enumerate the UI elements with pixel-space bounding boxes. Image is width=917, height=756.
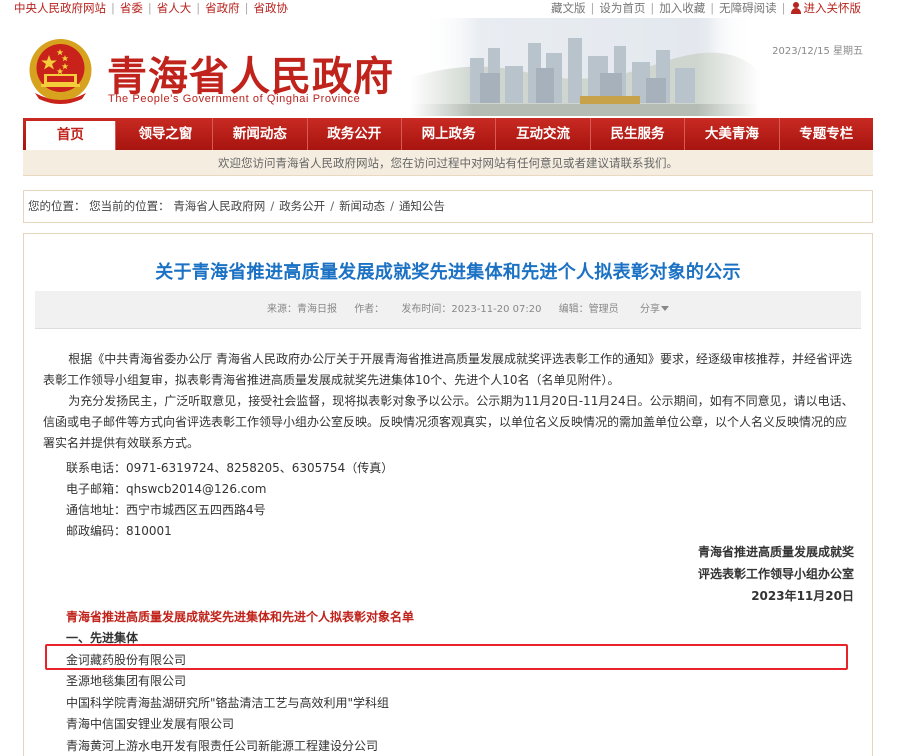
link-set-homepage[interactable]: 设为首页 <box>599 1 645 15</box>
breadcrumb: 您的位置： 您当前的位置： 青海省人民政府网 / 政务公开 / 新闻动态 / 通知公告 <box>23 190 873 223</box>
list-item: 圣源地毯集团有限公司 <box>66 674 187 688</box>
contact-email: 电子邮箱：qhswcb2014@126.com <box>66 482 267 496</box>
meta-author: 作者： <box>354 304 385 315</box>
site-header: 青海省人民政府 The People's Government of Qingh… <box>0 18 917 116</box>
person-icon <box>790 2 801 14</box>
breadcrumb-item-site[interactable]: 青海省人民政府网 <box>173 199 265 213</box>
top-links-left: 中央人民政府网站 | 省委 | 省人大 | 省政府 | 省政协 <box>14 1 289 15</box>
contact-postcode: 邮政编码：810001 <box>66 524 172 538</box>
article-panel: 关于青海省推进高质量发展成就奖先进集体和先进个人拟表彰对象的公示 来源：青海日报… <box>23 233 873 756</box>
city-skyline-banner <box>410 18 760 116</box>
signature-org-line-1: 青海省推进高质量发展成就奖 <box>697 545 854 559</box>
list-item: 中国科学院青海盐湖研究所"铬盐清洁工艺与高效利用"学科组 <box>66 696 390 710</box>
link-cppcc[interactable]: 省政协 <box>254 1 289 15</box>
welcome-message: 欢迎您访问青海省人民政府网站，您在访问过程中对网站有任何意见或者建议请联系我们。 <box>23 150 873 176</box>
nav-government-affairs[interactable]: 政务公开 <box>308 118 402 150</box>
meta-source: 来源：青海日报 <box>267 304 337 315</box>
care-mode-link[interactable]: 进入关怀版 <box>790 1 862 15</box>
nav-news[interactable]: 新闻动态 <box>213 118 308 150</box>
link-central-gov[interactable]: 中央人民政府网站 <box>14 1 106 15</box>
current-date: 2023/12/15 星期五 <box>772 46 863 57</box>
top-links-right: 藏文版 | 设为首页 | 加入收藏 | 无障碍阅读 | 进入关怀版 <box>551 1 862 15</box>
link-provincial-committee[interactable]: 省委 <box>120 1 143 15</box>
breadcrumb-prefix: 您的位置： <box>28 199 86 213</box>
nav-special-topics[interactable]: 专题专栏 <box>780 118 873 150</box>
attachment-list-title: 青海省推进高质量发展成就奖先进集体和先进个人拟表彰对象名单 <box>66 610 415 624</box>
top-utility-bar: 中央人民政府网站 | 省委 | 省人大 | 省政府 | 省政协 藏文版 | 设为首页 | 加入收藏 | 无障… <box>0 0 917 16</box>
contact-address: 通信地址：西宁市城西区五四西路4号 <box>66 503 266 517</box>
breadcrumb-current-label: 您当前的位置： <box>89 199 170 213</box>
breadcrumb-item-notices[interactable]: 通知公告 <box>399 199 445 213</box>
nav-home[interactable]: 首页 <box>26 121 116 150</box>
main-navigation: 首页 领导之窗 新闻动态 政务公开 网上政务 互动交流 民生服务 大美青海 专题… <box>23 118 873 150</box>
national-emblem-icon[interactable] <box>27 37 94 107</box>
nav-beautiful-qinghai[interactable]: 大美青海 <box>685 118 780 150</box>
contact-phone: 联系电话：0971-6319724、8258205、6305754（传真） <box>66 461 394 475</box>
nav-interaction[interactable]: 互动交流 <box>496 118 591 150</box>
meta-published: 发布时间：2023-11-20 07:20 <box>401 304 542 315</box>
link-tibetan-version[interactable]: 藏文版 <box>551 1 586 15</box>
breadcrumb-item-gov-affairs[interactable]: 政务公开 <box>279 199 325 213</box>
article-paragraph-1: 根据《中共青海省委办公厅 青海省人民政府办公厅关于开展青海省推进高质量发展成就奖… <box>43 352 853 387</box>
highlight-annotation-box <box>45 644 848 670</box>
article-meta-bar: 来源：青海日报 作者： 发布时间：2023-11-20 07:20 编辑：管理员… <box>35 291 861 329</box>
breadcrumb-item-news[interactable]: 新闻动态 <box>339 199 385 213</box>
care-mode-label: 进入关怀版 <box>803 1 862 15</box>
nav-online-services[interactable]: 网上政务 <box>402 118 497 150</box>
site-subtitle: The People's Government of Qinghai Provi… <box>108 93 361 105</box>
chevron-down-icon <box>661 306 669 311</box>
nav-leadership[interactable]: 领导之窗 <box>119 118 214 150</box>
list-item: 青海中信国安锂业发展有限公司 <box>66 717 235 731</box>
meta-editor: 编辑：管理员 <box>558 304 619 315</box>
article-title: 关于青海省推进高质量发展成就奖先进集体和先进个人拟表彰对象的公示 <box>155 262 741 283</box>
signature-org-line-2: 评选表彰工作领导小组办公室 <box>697 567 854 581</box>
link-provincial-congress[interactable]: 省人大 <box>157 1 192 15</box>
share-label: 分享 <box>640 304 660 315</box>
article-paragraph-2: 为充分发扬民主，广泛听取意见，接受社会监督，现将拟表彰对象予以公示。公示期为11… <box>43 394 854 450</box>
signature-date: 2023年11月20日 <box>751 589 854 603</box>
link-provincial-gov[interactable]: 省政府 <box>205 1 240 15</box>
nav-public-services[interactable]: 民生服务 <box>591 118 686 150</box>
link-accessibility[interactable]: 无障碍阅读 <box>719 1 777 15</box>
share-button[interactable]: 分享 <box>640 291 669 329</box>
link-add-favorite[interactable]: 加入收藏 <box>659 1 705 15</box>
list-item: 青海黄河上游水电开发有限责任公司新能源工程建设分公司 <box>66 739 379 753</box>
